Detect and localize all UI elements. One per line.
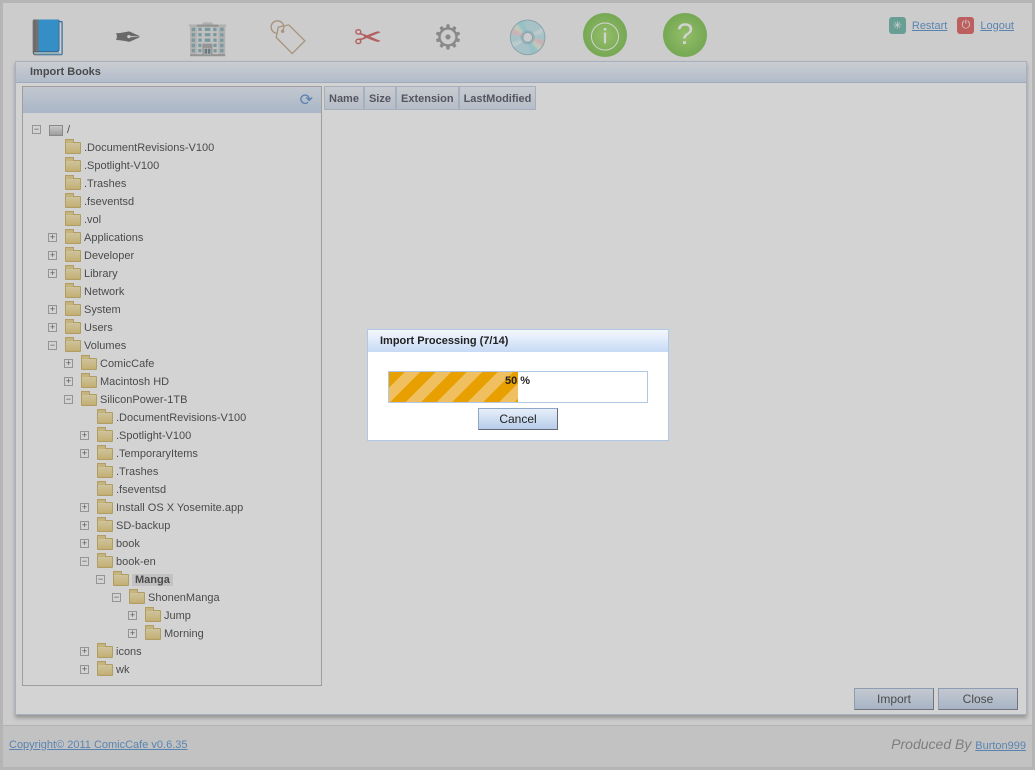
- progress-fill: [389, 372, 518, 402]
- progress-text: 50 %: [505, 375, 531, 387]
- cancel-button[interactable]: Cancel: [478, 408, 558, 430]
- dialog-title: Import Processing (7/14): [368, 330, 668, 352]
- progress-bar: 50 %: [388, 371, 648, 403]
- import-processing-dialog: Import Processing (7/14) 50 % Cancel: [367, 329, 669, 441]
